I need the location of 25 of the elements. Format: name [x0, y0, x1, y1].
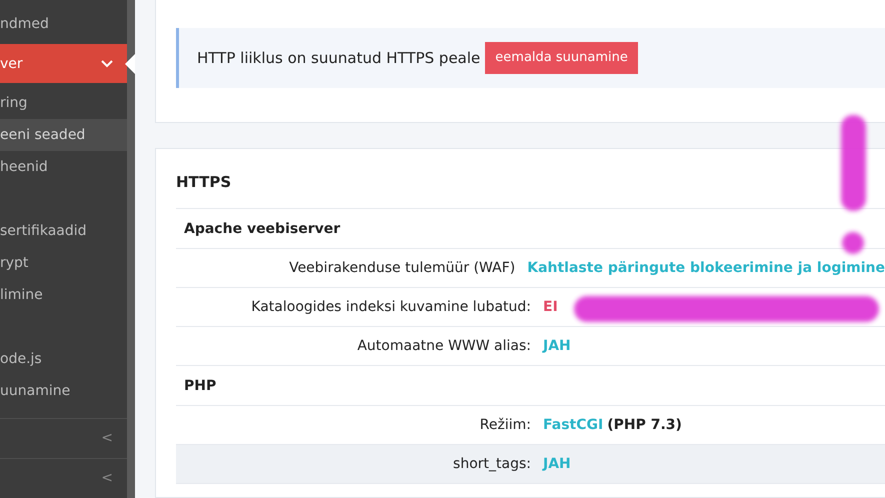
- sidebar-item[interactable]: sertifikaadid: [0, 215, 127, 247]
- remove-redirect-button[interactable]: eemalda suunamine: [485, 42, 638, 74]
- setting-value: Kahtlaste päringute blokeerimine ja logimine: [527, 258, 885, 278]
- sidebar-item[interactable]: ring: [0, 87, 127, 119]
- sidebar-item[interactable]: uunamine: [0, 375, 127, 407]
- setting-value: EI: [543, 298, 558, 316]
- setting-label: Kataloogides indeksi kuvamine lubatud:: [250, 298, 532, 316]
- setting-label: short_tags:: [452, 454, 532, 474]
- sidebar-item[interactable]: limine: [0, 279, 127, 311]
- chevron-left-icon[interactable]: <: [101, 468, 113, 489]
- chevron-left-icon[interactable]: <: [101, 428, 113, 449]
- notice-text: HTTP liiklus on suunatud HTTPS peale: [197, 48, 480, 68]
- setting-value: FastCGI: [543, 416, 604, 434]
- setting-label: Veebirakenduse tulemüür (WAF): [288, 258, 516, 278]
- sidebar-item[interactable]: heenid: [0, 151, 127, 183]
- setting-value: JAH: [543, 454, 571, 474]
- setting-note: (PHP 7.3): [607, 416, 682, 434]
- sidebar-item[interactable]: ndmed: [0, 8, 127, 40]
- setting-label: Režiim:: [478, 416, 532, 434]
- setting-label: Automaatne WWW alias:: [356, 336, 532, 356]
- sidebar-item[interactable]: rypt: [0, 247, 127, 279]
- setting-value: JAH: [543, 336, 571, 356]
- sidebar-item[interactable]: ode.js: [0, 343, 127, 375]
- section-title: PHP: [176, 366, 885, 406]
- sidebar-item[interactable]: eeni seaded: [0, 119, 127, 151]
